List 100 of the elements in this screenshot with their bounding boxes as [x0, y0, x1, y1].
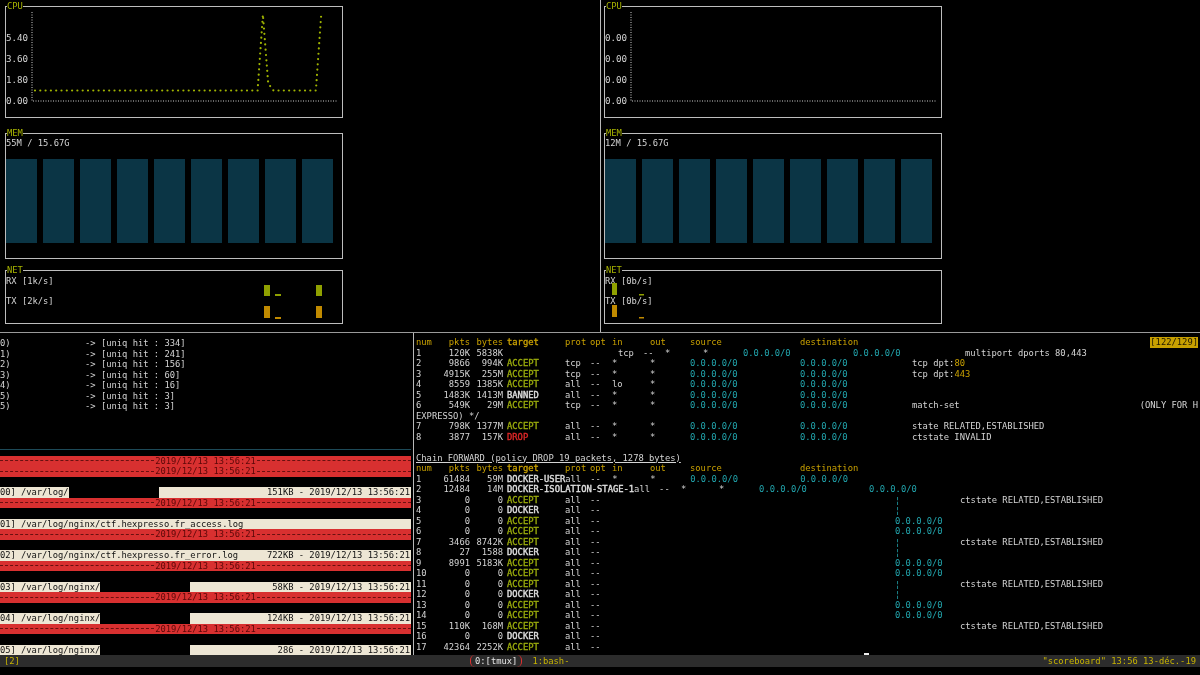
hit-count: -> [uniq hit : 16]: [85, 380, 181, 391]
table-cell-text: ACCEPT: [506, 515, 540, 526]
table-cell-text: 9866: [447, 358, 470, 369]
hit-count: -> [uniq hit : 241]: [85, 348, 186, 359]
table-cell-text: 4: [416, 505, 423, 516]
table-cell-text: ACCEPT: [506, 421, 540, 432]
table-cell-text: 15: [416, 620, 428, 631]
memory-usage: 55M / 15.67G: [6, 138, 70, 149]
panel-title: CPU: [7, 1, 23, 11]
table-cell-text: *: [650, 421, 657, 432]
table-cell-text: ¦: [895, 536, 902, 547]
table-cell-text: all: [565, 547, 582, 558]
file-info: 722KB - 2019/12/13 13:56:21: [267, 550, 411, 561]
table-cell-text: *: [650, 400, 657, 411]
table-cell-text: --: [659, 484, 671, 495]
table-cell-text: 0.0.0.0/0: [690, 379, 739, 390]
table-cell-text: all: [565, 473, 583, 484]
file-index: 01]: [0, 518, 16, 529]
tx-label: TX [2k/s]: [6, 295, 54, 306]
table-cell-text: 0: [463, 568, 470, 579]
table-cell: multiport dports 80,443: [965, 347, 1087, 358]
hit-count: -> [uniq hit : 334]: [85, 338, 186, 349]
file-row[interactable]: 01] /var/log/nginx/ctf.hexpresso.fr_access.log: [0, 518, 411, 529]
table-cell-text: 12484: [442, 484, 470, 495]
table-cell-text: --: [590, 494, 602, 505]
table-cell-text: 1483K: [442, 389, 470, 400]
column-header: source: [690, 463, 723, 474]
table-cell-text: 0.0.0.0/0: [800, 389, 849, 400]
table-cell-text: 11: [416, 578, 428, 589]
column-header: num: [416, 337, 433, 348]
table-cell-text: 0.0.0.0/0: [800, 368, 849, 379]
table-cell-text: --: [590, 620, 602, 631]
table-cell-text: 1: [416, 473, 423, 484]
table-cell-text: 0.0.0.0/0: [690, 473, 739, 484]
file-index: 05]: [0, 644, 16, 655]
table-cell-text: 255M: [480, 368, 503, 379]
table-cell-text: 0.0.0.0/0: [690, 400, 739, 411]
column-header: pkts: [447, 337, 470, 348]
table-cell-text: (ONLY FOR H: [1139, 400, 1199, 411]
file-index: 03]: [0, 581, 16, 592]
table-cell-text: 16: [416, 631, 428, 642]
memory-usage: 12M / 15.67G: [605, 138, 669, 149]
table-cell: ctstate INVALID: [912, 431, 992, 442]
table-cell: ctstate RELATED,ESTABLISHED: [960, 536, 1103, 547]
table-cell-text: --: [590, 599, 602, 610]
table-cell-text: ACCEPT: [506, 620, 540, 631]
table-cell-text: all: [565, 515, 582, 526]
window-tab[interactable]: 1:bash-: [527, 655, 575, 667]
column-header: prot: [565, 337, 588, 348]
file-row[interactable]: 00] /var/log/ 151KB - 2019/12/13 13:56:21: [0, 487, 411, 498]
table-cell-text: all: [565, 620, 582, 631]
table-cell-text: 8: [416, 547, 423, 558]
table-cell-text: all: [565, 421, 582, 432]
table-cell-text: all: [634, 484, 651, 495]
column-header: in: [612, 463, 624, 474]
hit-index: 4): [0, 380, 12, 391]
file-row[interactable]: 04] /var/log/nginx/ 124KB - 2019/12/13 13:56:21: [0, 613, 411, 624]
table-cell-text: tcp: [565, 358, 582, 369]
table-cell-text: 0: [496, 568, 503, 579]
table-cell-text: --: [590, 589, 602, 600]
file-path: /var/log/nginx/: [20, 581, 101, 592]
chain-title: Chain FORWARD (policy DROP 19 packets, 1278 bytes): [416, 452, 681, 463]
table-cell-text: BANNED: [506, 389, 540, 400]
table-cell: ctstate RELATED,ESTABLISHED: [960, 578, 1103, 589]
table-cell-text: 0.0.0.0/0: [895, 610, 944, 621]
table-cell-text: 0.0.0.0/0: [895, 526, 944, 537]
table-cell-text: *: [703, 347, 710, 358]
panel-title: CPU: [606, 1, 622, 11]
table-cell-text: ACCEPT: [506, 368, 540, 379]
timestamp: 2019/12/13 13:56:21: [154, 529, 257, 540]
table-cell-text: --: [590, 631, 602, 642]
panel-title: NET: [7, 265, 23, 275]
table-cell-text: --: [590, 610, 602, 621]
table-cell-text: 2: [416, 484, 423, 495]
file-row[interactable]: 03] /var/log/nginx/ 58KB - 2019/12/13 13:56:21: [0, 581, 411, 592]
file-row[interactable]: 02] /var/log/nginx/ctf.hexpresso.fr_error.log 722KB - 2019/12/13 13:56:21: [0, 550, 411, 561]
table-cell-text: 1377M: [475, 421, 503, 432]
table-cell-text: 0: [496, 610, 503, 621]
table-cell-text: --: [590, 557, 602, 568]
file-row[interactable]: 05] /var/log/nginx/ 286 - 2019/12/13 13:56:21: [0, 644, 411, 655]
table-cell-text: 13: [416, 599, 428, 610]
column-header: opt: [590, 337, 607, 348]
axis-label: 0.00: [6, 95, 29, 106]
file-index: 00]: [0, 487, 16, 498]
table-cell-text: 42364: [442, 641, 470, 652]
table-cell-text: 12: [416, 589, 428, 600]
table-cell-text: *: [665, 347, 672, 358]
table-cell-text: ACCEPT: [506, 379, 540, 390]
table-cell: EXPRESSO) */: [416, 410, 480, 421]
column-header: bytes: [475, 337, 503, 348]
window-tab[interactable]: 0:[tmux]: [470, 655, 523, 667]
table-cell-text: 0: [463, 631, 470, 642]
table-cell: tcp dpt:443: [912, 368, 971, 379]
table-cell-text: --: [590, 379, 602, 390]
table-cell-text: 1: [416, 347, 423, 358]
column-header: opt: [590, 463, 607, 474]
table-cell-text: ACCEPT: [506, 358, 540, 369]
session-name: [2]: [3, 655, 20, 667]
table-cell-text: 0.0.0.0/0: [690, 431, 739, 442]
rx-label: RX [0b/s]: [605, 276, 653, 287]
